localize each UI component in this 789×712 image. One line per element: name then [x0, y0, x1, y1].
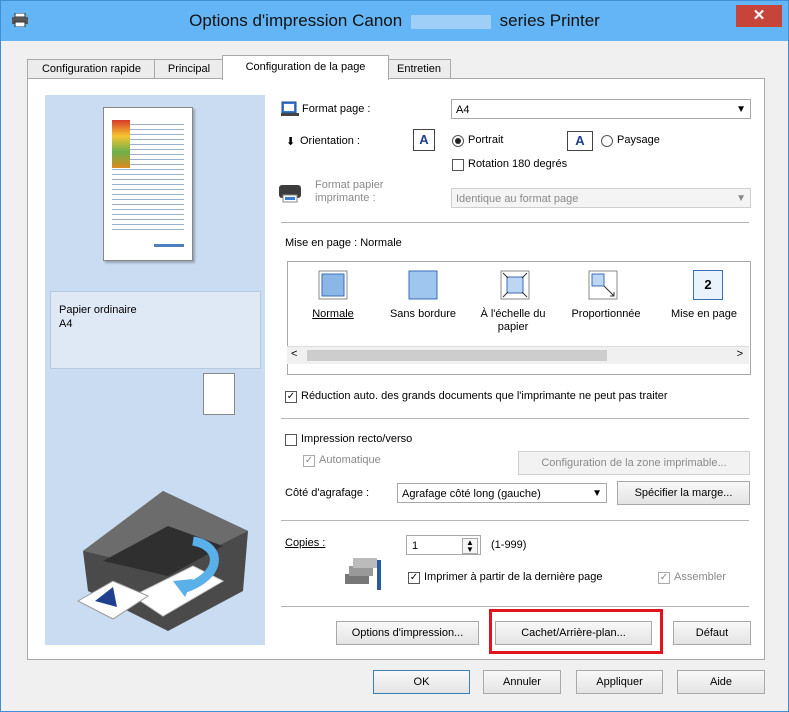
title-bar: Options d'impression Canon series Printe… [1, 1, 788, 41]
duplex-label: Impression recto/verso [301, 433, 413, 445]
layout-fit-to-paper-icon [500, 270, 530, 300]
printer-options-window: Options d'impression Canon series Printe… [0, 0, 789, 712]
layout-item-mise-en-page[interactable]: Mise en page [660, 308, 748, 321]
redacted-model-name [410, 14, 491, 29]
copies-label: Copies : [285, 537, 326, 549]
highlight-box [489, 609, 663, 654]
auto-duplex-checkbox[interactable]: ✓ [303, 455, 315, 467]
orientation-bullet-icon: ⬇ [286, 136, 296, 148]
preview-color-image [112, 120, 130, 168]
orientation-preview [203, 373, 235, 415]
page-format-icon [281, 101, 299, 116]
copies-range: (1-999) [491, 539, 527, 551]
portrait-preview-icon: A [413, 129, 435, 151]
preview-footer-line [154, 244, 184, 247]
rotation-180-checkbox[interactable] [452, 159, 464, 171]
portrait-radio[interactable] [452, 135, 464, 147]
layout-item-normale[interactable]: Normale [302, 308, 364, 321]
layout-heading: Mise en page : Normale [285, 237, 402, 249]
staple-side-select[interactable]: Agrafage côté long (gauche) ▼ [397, 483, 607, 503]
layout-scrollbar[interactable]: < > [287, 346, 749, 364]
default-button[interactable]: Défaut [673, 621, 751, 645]
window-title: Options d'impression Canon series Printe… [189, 11, 600, 30]
paper-type-text: Papier ordinaire [59, 304, 137, 316]
specify-margin-button[interactable]: Spécifier la marge... [617, 481, 750, 505]
paper-size-text: A4 [59, 318, 73, 330]
close-button[interactable]: ✕ [736, 5, 782, 27]
chevron-down-icon: ▼ [592, 488, 602, 499]
print-options-button[interactable]: Options d'impression... [336, 621, 479, 645]
reduction-checkbox[interactable]: ✓ [285, 391, 297, 403]
printer-paper-icon [279, 185, 301, 203]
layout-item-sans-bordure[interactable]: Sans bordure [382, 308, 464, 321]
layout-item-proportionnee[interactable]: Proportionnée [562, 308, 650, 321]
layout-item-echelle-papier[interactable]: À l'échelle du papier [468, 308, 558, 334]
duplex-checkbox[interactable] [285, 434, 297, 446]
apply-button[interactable]: Appliquer [576, 670, 663, 694]
paysage-label: Paysage [617, 134, 660, 146]
cancel-button[interactable]: Annuler [483, 670, 561, 694]
scrollbar-thumb[interactable] [307, 350, 607, 361]
separator [281, 520, 749, 521]
separator [281, 606, 749, 607]
printer-paper-label: Format papier imprimante : [315, 179, 384, 204]
tab-configuration-rapide[interactable]: Configuration rapide [27, 59, 156, 79]
scroll-right-icon[interactable]: > [737, 348, 743, 360]
staple-side-label: Côté d'agrafage : [285, 487, 370, 499]
layout-page-layout-icon: 2 [693, 270, 723, 300]
tab-configuration-de-la-page[interactable]: Configuration de la page [222, 55, 389, 80]
portrait-label: Portrait [468, 134, 504, 146]
chevron-down-icon: ▼ [736, 193, 746, 204]
paysage-radio[interactable] [601, 135, 613, 147]
tab-principal[interactable]: Principal [154, 59, 224, 79]
ok-button[interactable]: OK [373, 670, 470, 694]
printer-illustration-icon [76, 491, 248, 631]
orientation-label: Orientation : [300, 135, 360, 147]
reduction-label: Réduction auto. des grands documents que… [301, 390, 668, 402]
copies-stack-icon [345, 558, 381, 590]
printable-area-button[interactable]: Configuration de la zone imprimable... [518, 451, 750, 475]
last-page-checkbox[interactable]: ✓ [408, 572, 420, 584]
rotation-180-label: Rotation 180 degrés [468, 158, 568, 170]
tab-entretien[interactable]: Entretien [387, 59, 451, 79]
format-page-select[interactable]: A4 ▼ [451, 99, 751, 119]
help-button[interactable]: Aide [677, 670, 765, 694]
collate-label: Assembler [674, 571, 726, 583]
close-icon: ✕ [752, 7, 766, 24]
paper-info-box: Papier ordinaire A4 [50, 291, 261, 369]
layout-borderless-icon [408, 270, 438, 300]
layout-scaled-icon [588, 270, 618, 300]
chevron-down-icon: ▼ [736, 104, 746, 115]
auto-duplex-label: Automatique [319, 454, 381, 466]
separator [281, 222, 749, 223]
scroll-left-icon[interactable]: < [291, 348, 297, 360]
collate-checkbox[interactable]: ✓ [658, 572, 670, 584]
separator [281, 418, 749, 419]
format-page-label: Format page : [302, 103, 371, 115]
copies-spinner-icon[interactable]: ▲ ▼ [462, 538, 478, 554]
page-preview [103, 107, 193, 261]
printer-paper-select[interactable]: Identique au format page ▼ [451, 188, 751, 208]
layout-normal-icon [318, 270, 348, 300]
copies-input[interactable]: 1 ▲ ▼ [406, 535, 481, 555]
last-page-label: Imprimer à partir de la dernière page [424, 571, 603, 583]
landscape-preview-icon: A [567, 131, 593, 151]
